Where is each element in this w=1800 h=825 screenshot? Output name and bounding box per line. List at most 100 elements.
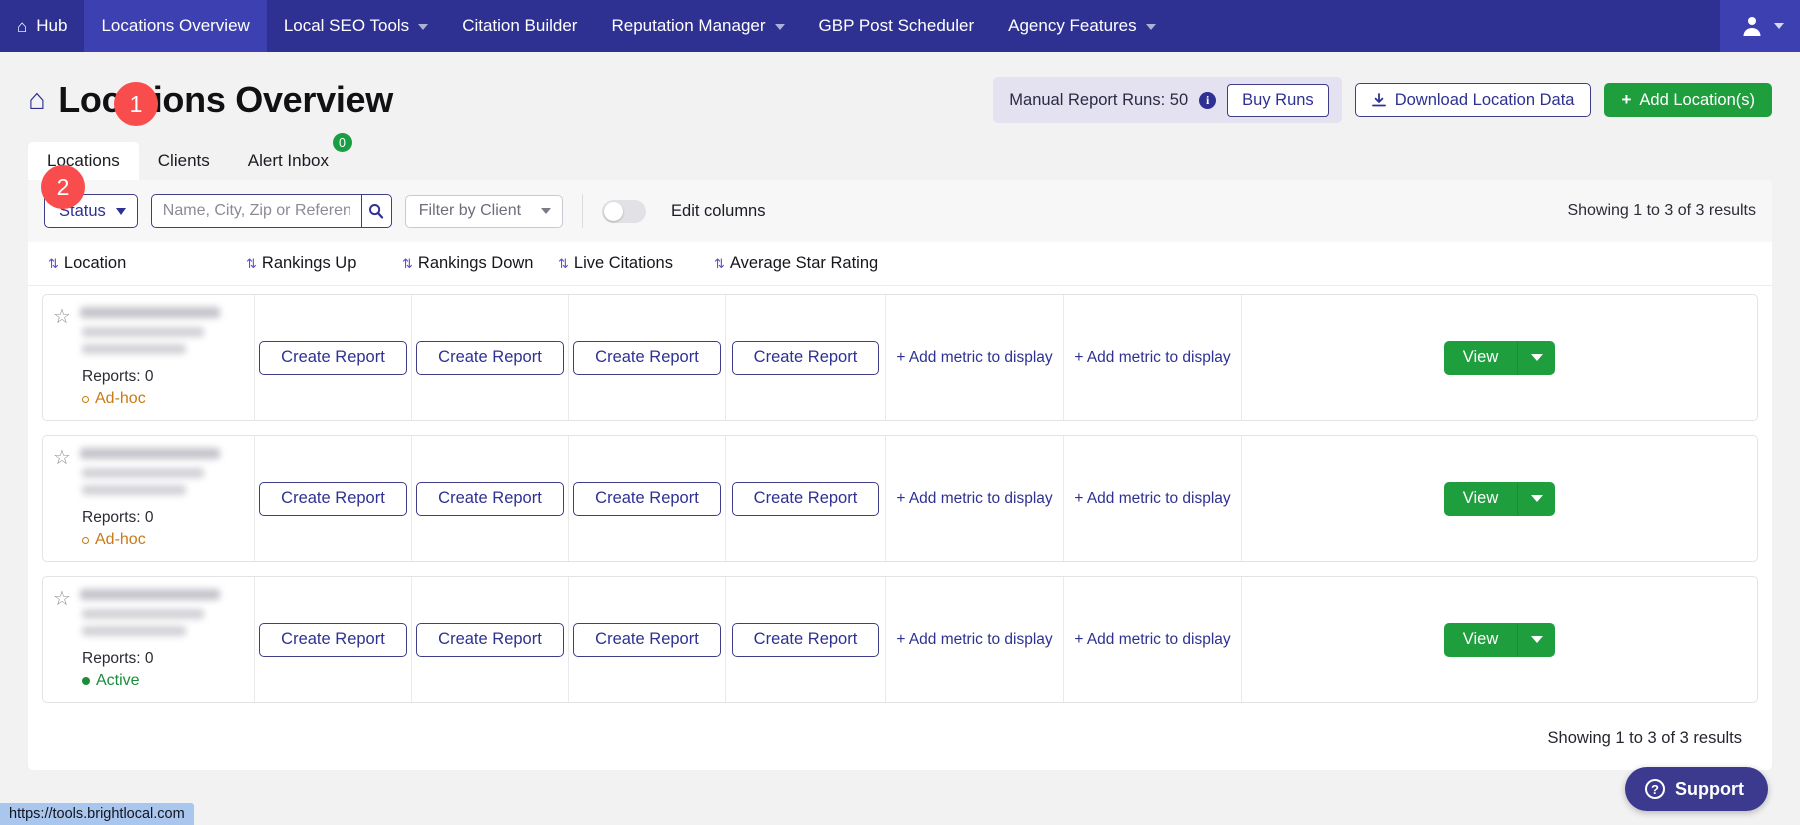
star-outline-icon[interactable]: ☆	[53, 307, 71, 327]
nav-item-label: Local SEO Tools	[284, 16, 409, 36]
view-button-group: View	[1444, 482, 1555, 516]
status-badge: Ad-hoc	[82, 531, 146, 549]
create-report-button[interactable]: Create Report	[573, 341, 721, 375]
create-report-button[interactable]: Create Report	[573, 482, 721, 516]
view-button[interactable]: View	[1444, 341, 1517, 375]
sort-arrows-icon: ⇅	[48, 256, 59, 271]
nav-item-label: Agency Features	[1008, 16, 1137, 36]
column-header-live-citations[interactable]: ⇅Live Citations	[558, 254, 714, 273]
add-metric-link[interactable]: + Add metric to display	[896, 631, 1052, 649]
star-outline-icon[interactable]: ☆	[53, 589, 71, 609]
view-button-group: View	[1444, 623, 1555, 657]
create-report-button[interactable]: Create Report	[416, 482, 564, 516]
client-filter-label: Filter by Client	[419, 202, 521, 220]
callout-number: 1	[130, 91, 143, 118]
create-report-button[interactable]: Create Report	[732, 482, 880, 516]
column-header-rankings-down[interactable]: ⇅Rankings Down	[402, 254, 558, 273]
create-report-button[interactable]: Create Report	[259, 341, 407, 375]
nav-item-hub[interactable]: ⌂ Hub	[0, 0, 84, 52]
user-avatar-icon	[1740, 14, 1764, 38]
manual-report-runs-pill: Manual Report Runs: 50 i Buy Runs	[993, 77, 1341, 123]
add-metric-link[interactable]: + Add metric to display	[896, 490, 1052, 508]
create-report-button[interactable]: Create Report	[732, 623, 880, 657]
column-header-label: Average Star Rating	[730, 254, 878, 272]
page-title-text: Locations Overview	[58, 79, 393, 121]
add-locations-label: Add Location(s)	[1639, 91, 1755, 110]
location-cell: ☆ Reports: 0 Active	[43, 577, 255, 702]
view-button[interactable]: View	[1444, 623, 1517, 657]
add-metric-link[interactable]: + Add metric to display	[1074, 490, 1230, 508]
nav-item-locations-overview[interactable]: Locations Overview	[84, 0, 266, 52]
view-dropdown-toggle[interactable]	[1517, 482, 1555, 516]
showing-results-top: Showing 1 to 3 of 3 results	[1567, 202, 1756, 220]
reports-count: Reports: 0	[82, 368, 154, 386]
live-citations-cell: Create Report	[569, 436, 726, 561]
add-metric-cell: + Add metric to display	[886, 436, 1064, 561]
support-button[interactable]: ? Support	[1625, 767, 1768, 811]
toggle-knob	[604, 202, 623, 221]
column-header-label: Location	[64, 254, 126, 272]
add-metric-link[interactable]: + Add metric to display	[896, 349, 1052, 367]
nav-item-label: Locations Overview	[101, 16, 249, 36]
location-name-redacted	[80, 448, 220, 459]
nav-item-citation-builder[interactable]: Citation Builder	[445, 0, 594, 52]
search-button[interactable]	[361, 194, 392, 228]
star-outline-icon[interactable]: ☆	[53, 448, 71, 468]
rankings-down-cell: Create Report	[412, 577, 569, 702]
create-report-button[interactable]: Create Report	[416, 341, 564, 375]
nav-item-local-seo-tools[interactable]: Local SEO Tools	[267, 0, 445, 52]
nav-item-label: Reputation Manager	[611, 16, 765, 36]
rankings-up-cell: Create Report	[255, 577, 412, 702]
tab-alert-inbox[interactable]: Alert Inbox 0	[229, 142, 348, 180]
view-dropdown-toggle[interactable]	[1517, 623, 1555, 657]
location-name-row: ☆	[53, 589, 220, 609]
view-button[interactable]: View	[1444, 482, 1517, 516]
add-metric-link[interactable]: + Add metric to display	[1074, 631, 1230, 649]
page-body: 1 2 ⌂ Locations Overview Manual Report R…	[0, 52, 1800, 825]
showing-results-bottom: Showing 1 to 3 of 3 results	[28, 717, 1772, 770]
location-address-line2-redacted	[82, 626, 186, 636]
column-header-average-star-rating[interactable]: ⇅Average Star Rating	[714, 254, 889, 273]
user-account-menu[interactable]	[1720, 0, 1800, 52]
status-dot-icon	[82, 677, 90, 685]
column-header-location[interactable]: ⇅ Location	[48, 254, 246, 273]
location-name-row: ☆	[53, 307, 220, 327]
nav-item-gbp-post-scheduler[interactable]: GBP Post Scheduler	[802, 0, 992, 52]
download-location-data-button[interactable]: Download Location Data	[1355, 83, 1592, 117]
sort-arrows-icon: ⇅	[246, 256, 257, 271]
client-filter-dropdown[interactable]: Filter by Client	[405, 195, 563, 228]
nav-item-label: Citation Builder	[462, 16, 577, 36]
nav-item-agency-features[interactable]: Agency Features	[991, 0, 1173, 52]
location-address-line1-redacted	[82, 468, 204, 478]
edit-columns-toggle[interactable]	[602, 200, 646, 223]
edit-columns-label: Edit columns	[671, 202, 765, 221]
search-input[interactable]	[151, 194, 361, 228]
locations-list: ☆ Reports: 0 Ad-hoc Create Report Create	[28, 286, 1772, 703]
nav-item-reputation-manager[interactable]: Reputation Manager	[594, 0, 801, 52]
add-metric-cell: + Add metric to display	[1064, 436, 1242, 561]
rankings-down-cell: Create Report	[412, 295, 569, 420]
live-citations-cell: Create Report	[569, 295, 726, 420]
average-star-rating-cell: Create Report	[726, 295, 886, 420]
add-metric-link[interactable]: + Add metric to display	[1074, 349, 1230, 367]
alert-inbox-badge: 0	[333, 133, 352, 152]
manual-report-runs-label: Manual Report Runs: 50	[1009, 91, 1188, 110]
add-locations-button[interactable]: + Add Location(s)	[1604, 83, 1772, 117]
create-report-button[interactable]: Create Report	[259, 482, 407, 516]
rankings-up-cell: Create Report	[255, 295, 412, 420]
column-header-label: Rankings Up	[262, 254, 356, 272]
add-metric-cell: + Add metric to display	[886, 295, 1064, 420]
create-report-button[interactable]: Create Report	[416, 623, 564, 657]
column-header-rankings-up[interactable]: ⇅ Rankings Up	[246, 254, 402, 273]
buy-runs-button[interactable]: Buy Runs	[1227, 84, 1329, 117]
info-icon[interactable]: i	[1199, 92, 1216, 109]
view-dropdown-toggle[interactable]	[1517, 341, 1555, 375]
download-icon	[1372, 93, 1386, 108]
table-row: ☆ Reports: 0 Active Create Report Create	[42, 576, 1758, 703]
status-label: Active	[96, 672, 140, 690]
create-report-button[interactable]: Create Report	[573, 623, 721, 657]
create-report-button[interactable]: Create Report	[259, 623, 407, 657]
search-group	[151, 194, 392, 228]
tab-clients[interactable]: Clients	[139, 142, 229, 180]
create-report-button[interactable]: Create Report	[732, 341, 880, 375]
